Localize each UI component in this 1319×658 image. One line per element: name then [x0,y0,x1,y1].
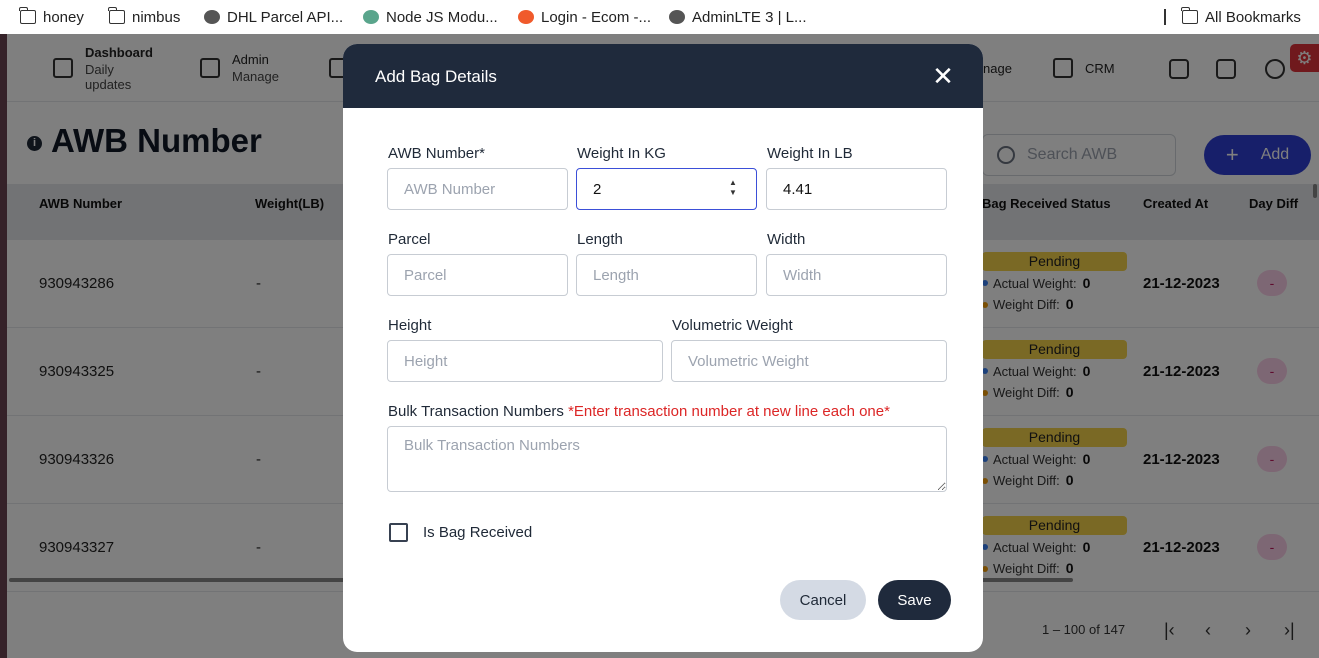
length-label: Length [577,231,623,248]
bookmark-label: AdminLTE 3 | L... [692,8,807,26]
weight-lb-label: Weight In LB [767,145,853,162]
bookmark-label: nimbus [132,8,181,26]
number-stepper-icon[interactable]: ▲ ▼ [727,178,739,200]
close-icon[interactable]: ✕ [931,60,955,92]
bookmark-honey[interactable]: honey [19,0,84,34]
all-bookmarks[interactable]: All Bookmarks [1181,0,1301,34]
folder-icon [108,7,125,24]
weight-kg-label: Weight In KG [577,145,666,162]
bookmark-dhl[interactable]: DHL Parcel API... [204,0,343,34]
modal-title: Add Bag Details [375,67,497,86]
bookmark-label: Login - Ecom -... [541,8,652,26]
awb-number-field[interactable] [387,168,568,210]
width-label: Width [767,231,806,248]
bulk-transaction-label-text: Bulk Transaction Numbers [388,403,564,420]
bulk-transaction-hint: *Enter transaction number at new line ea… [568,403,890,420]
folder-icon [1181,7,1198,24]
volumetric-weight-label: Volumetric Weight [672,317,793,334]
parcel-field[interactable] [387,254,568,296]
save-button[interactable]: Save [878,580,951,620]
bulk-transaction-field[interactable] [387,426,947,492]
is-bag-received-label[interactable]: Is Bag Received [423,524,532,541]
add-bag-modal: Add Bag Details ✕ AWB Number* Weight In … [343,44,983,652]
globe-icon [669,10,685,24]
bookmark-nimbus[interactable]: nimbus [108,0,181,34]
volumetric-weight-field[interactable] [671,340,947,382]
awb-number-label: AWB Number* [388,145,485,162]
height-field[interactable] [387,340,663,382]
width-field[interactable] [766,254,947,296]
bookmarks-separator [1164,9,1166,25]
weight-lb-field[interactable] [766,168,947,210]
ecom-icon [518,10,534,24]
globe-icon [204,10,220,24]
is-bag-received-checkbox[interactable] [389,523,408,542]
bookmark-label: honey [43,8,84,26]
all-bookmarks-label: All Bookmarks [1205,8,1301,26]
bookmark-node[interactable]: Node JS Modu... [363,0,498,34]
length-field[interactable] [576,254,757,296]
bookmark-label: Node JS Modu... [386,8,498,26]
node-icon [363,10,379,24]
bulk-transaction-label: Bulk Transaction Numbers *Enter transact… [388,403,890,420]
cancel-button[interactable]: Cancel [780,580,866,620]
bookmark-adminlte[interactable]: AdminLTE 3 | L... [669,0,807,34]
bookmark-label: DHL Parcel API... [227,8,344,26]
bookmarks-bar: honey nimbus DHL Parcel API... Node JS M… [0,0,1319,34]
height-label: Height [388,317,432,334]
bookmark-ecom[interactable]: Login - Ecom -... [518,0,651,34]
folder-icon [19,7,36,24]
parcel-label: Parcel [388,231,431,248]
modal-header: Add Bag Details ✕ [343,44,983,108]
